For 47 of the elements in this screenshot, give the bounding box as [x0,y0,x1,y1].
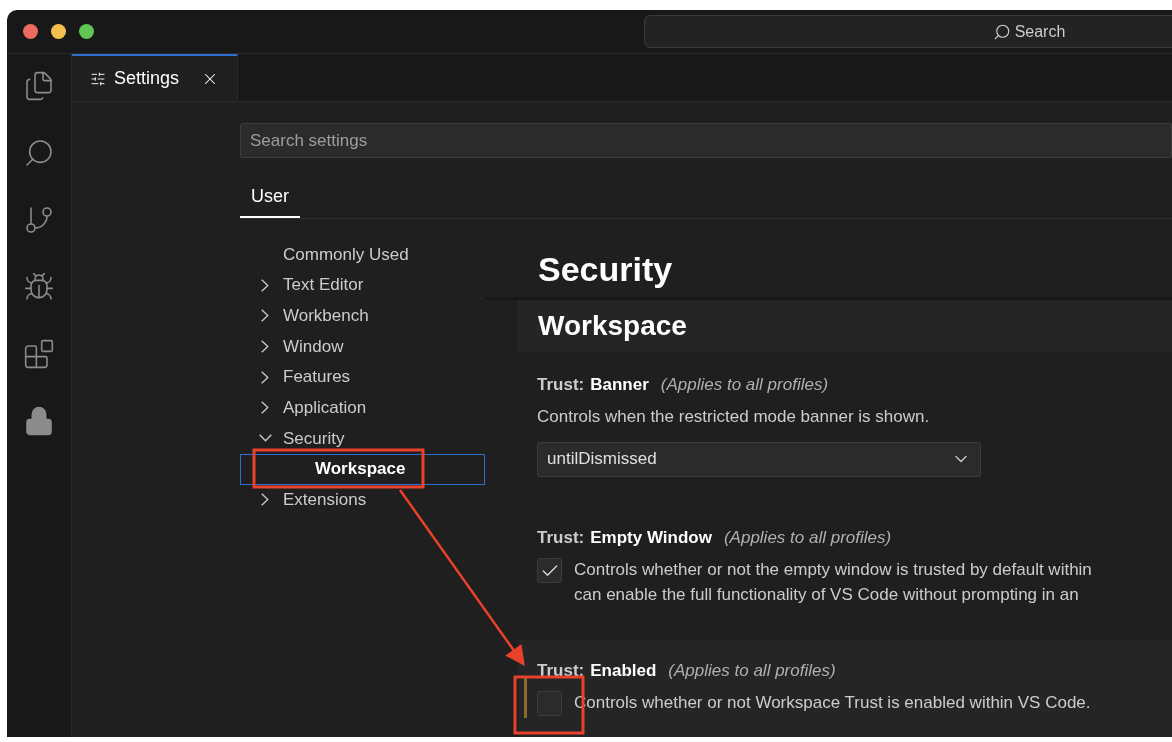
settings-tree-item[interactable]: Text Editor [240,269,485,301]
bug-icon[interactable] [23,271,55,303]
zoom-window-control[interactable] [79,24,94,39]
category-heading: Security [537,249,674,290]
settings-tree-item[interactable]: Commonly Used [240,239,485,270]
close-window-control[interactable] [23,24,38,39]
chevron-right-icon [261,493,269,507]
settings-tree-item[interactable]: Extensions [240,484,485,516]
scope-tab[interactable]: User [240,179,300,218]
sliders-icon [90,70,106,87]
settings-tree-item[interactable]: Security [240,423,485,454]
extensions-icon[interactable] [23,338,55,370]
chevron-down-icon [259,434,272,443]
setting-dropdown[interactable]: untilDismissed [537,441,981,477]
settings-tree-item[interactable]: Window [240,331,485,362]
setting-category: Trust: [537,527,585,549]
settings-tree-item[interactable]: Features [240,361,485,393]
setting-checkbox[interactable] [537,558,562,583]
section-heading: Workspace [518,300,1172,352]
focus-indicator [524,678,527,718]
setting-scope: (Applies to all profiles) [660,374,829,396]
search-icon[interactable] [23,137,55,169]
setting-category: Trust: [537,374,585,396]
setting-description: Controls when the restricted mode banner is shown. [537,406,931,428]
setting-title: Enabled [590,660,657,682]
branch-icon[interactable] [23,204,55,236]
chevron-right-icon [261,309,269,323]
chevron-right-icon [261,401,269,415]
tab-label: Settings [114,67,181,90]
settings-tree-item[interactable]: Workspace [240,453,485,485]
settings-tree-item[interactable]: Application [240,392,485,424]
chevron-right-icon [261,278,269,292]
chevron-right-icon [261,339,269,353]
setting-title: Banner [590,374,649,396]
search-icon [992,22,1011,41]
lock-icon[interactable] [23,405,55,437]
files-icon[interactable] [23,70,55,102]
setting-title: Empty Window [590,527,712,549]
minimize-window-control[interactable] [51,24,66,39]
settings-tree-item[interactable]: Workbench [240,300,485,332]
editor-tab[interactable]: Settings [72,54,238,101]
setting-scope: (Applies to all profiles) [668,660,836,682]
settings-search-field[interactable]: Search settings [240,123,1172,158]
chevron-right-icon [261,370,269,384]
command-center-search[interactable]: Search [644,15,1172,48]
setting-scope: (Applies to all profiles) [723,527,892,549]
setting-description: Controls whether or not the empty window is trusted by default within can enable the full functionality of VS Code without prompting in an [574,559,1092,606]
